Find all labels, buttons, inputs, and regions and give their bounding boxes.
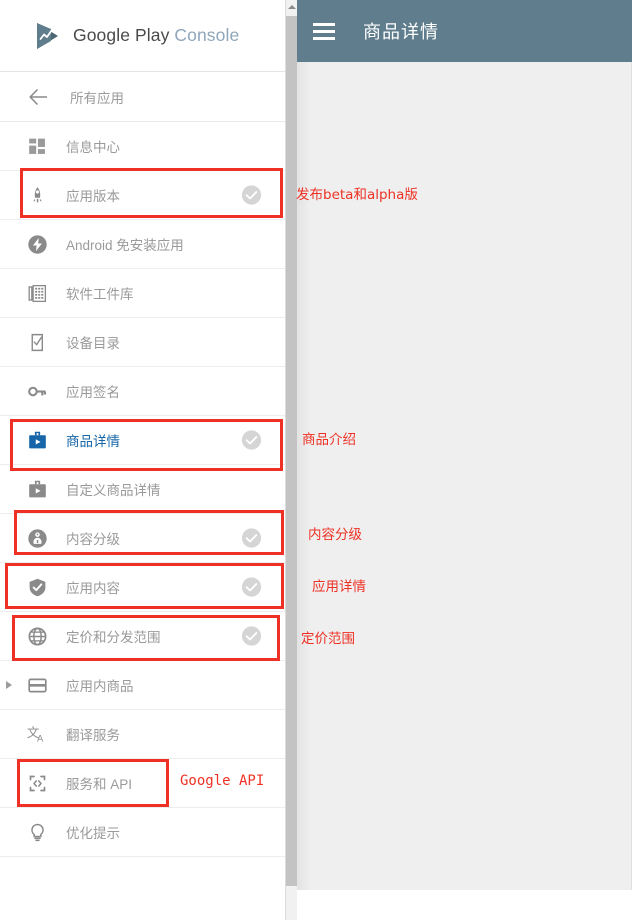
- sidebar-item-label: 信息中心: [66, 140, 120, 155]
- instant-app-icon: [25, 232, 49, 256]
- sidebar-item-translation-service[interactable]: 文 A 翻译服务: [0, 710, 285, 759]
- content-area-footer: [297, 890, 632, 920]
- annotation-pricing-range: 定价范围: [301, 631, 355, 647]
- brand-header[interactable]: Google Play Console: [0, 0, 285, 72]
- sidebar-item-app-releases[interactable]: 应用版本: [0, 171, 285, 220]
- sidebar-item-pricing-distribution[interactable]: 定价和分发范围: [0, 612, 285, 661]
- sidebar-item-label: 应用内容: [66, 581, 120, 596]
- sidebar-item-label: 定价和分发范围: [66, 630, 161, 645]
- sidebar-item-label: 优化提示: [66, 826, 120, 841]
- brand-title-primary: Google Play: [73, 25, 175, 45]
- back-to-all-apps[interactable]: 所有应用: [0, 72, 285, 122]
- app-top-bar: 商品详情: [297, 0, 632, 62]
- main-panel: 商品详情: [297, 0, 632, 920]
- shield-check-icon: [25, 575, 49, 599]
- dashboard-icon: [25, 134, 49, 158]
- sidebar-item-label: 应用签名: [66, 385, 120, 400]
- artifact-library-icon: [25, 281, 49, 305]
- annotation-content-rating: 内容分级: [308, 527, 362, 543]
- sidebar-item-app-content[interactable]: 应用内容: [0, 563, 285, 612]
- sidebar-item-label: 服务和 API: [66, 777, 133, 792]
- arrow-left-icon: [28, 86, 50, 108]
- annotation-google-api: Google API: [180, 773, 265, 789]
- device-catalog-icon: [25, 330, 49, 354]
- sidebar-scrollbar[interactable]: [285, 0, 298, 920]
- sidebar-item-label: 应用内商品: [66, 679, 134, 694]
- play-console-logo-icon: [33, 21, 63, 51]
- annotation-store-intro: 商品介绍: [302, 432, 356, 448]
- sidebar-item-label: 软件工件库: [66, 287, 134, 302]
- annotation-app-details: 应用详情: [312, 579, 366, 595]
- status-check-icon: [241, 528, 262, 549]
- annotation-release-beta-alpha: 发布beta和alpha版: [296, 187, 418, 203]
- chevron-right-icon[interactable]: [6, 681, 12, 689]
- sidebar-item-custom-store-listing[interactable]: 自定义商品详情: [0, 465, 285, 514]
- globe-icon: [25, 624, 49, 648]
- sidebar-item-device-catalog[interactable]: 设备目录: [0, 318, 285, 367]
- rocket-icon: [25, 183, 49, 207]
- key-icon: [25, 379, 49, 403]
- store-listing-icon: [25, 428, 49, 452]
- status-check-icon: [241, 185, 262, 206]
- sidebar-item-label: Android 免安装应用: [66, 238, 184, 253]
- sidebar-item-instant-apps[interactable]: Android 免安装应用: [0, 220, 285, 269]
- sidebar-item-optimization-tips[interactable]: 优化提示: [0, 808, 285, 857]
- svg-text:A: A: [37, 733, 44, 744]
- page-title: 商品详情: [363, 22, 439, 42]
- sidebar-item-label: 商品详情: [66, 434, 120, 449]
- sidebar-item-app-signing[interactable]: 应用签名: [0, 367, 285, 416]
- sidebar-item-label: 应用版本: [66, 189, 120, 204]
- sidebar-item-label: 内容分级: [66, 532, 120, 547]
- status-check-icon: [241, 577, 262, 598]
- sidebar-item-label: 自定义商品详情: [66, 483, 161, 498]
- sidebar-item-in-app-products[interactable]: 应用内商品: [0, 661, 285, 710]
- translate-icon: 文 A: [25, 722, 49, 746]
- brand-title-secondary: Console: [174, 25, 240, 45]
- back-to-all-apps-label: 所有应用: [70, 90, 124, 106]
- status-check-icon: [241, 430, 262, 451]
- card-icon: [25, 673, 49, 697]
- status-check-icon: [241, 626, 262, 647]
- sidebar-item-store-listing[interactable]: 商品详情: [0, 416, 285, 465]
- sidebar-item-dashboard[interactable]: 信息中心: [0, 122, 285, 171]
- sidebar-item-content-rating[interactable]: 内容分级: [0, 514, 285, 563]
- hamburger-menu-icon[interactable]: [313, 22, 335, 40]
- sidebar-item-label: 翻译服务: [66, 728, 120, 743]
- sidebar-item-label: 设备目录: [66, 336, 120, 351]
- services-api-icon: [25, 771, 49, 795]
- lightbulb-icon: [25, 820, 49, 844]
- app-window: Google Play Console 所有应用 信息中心 应用版本 Andro…: [0, 0, 632, 920]
- sidebar-menu: 信息中心 应用版本 Android 免安装应用 软件工件库 设备目录 应用签名 …: [0, 122, 285, 857]
- content-rating-icon: [25, 526, 49, 550]
- sidebar-item-artifact-library[interactable]: 软件工件库: [0, 269, 285, 318]
- custom-listing-icon: [25, 477, 49, 501]
- brand-title: Google Play Console: [73, 25, 239, 46]
